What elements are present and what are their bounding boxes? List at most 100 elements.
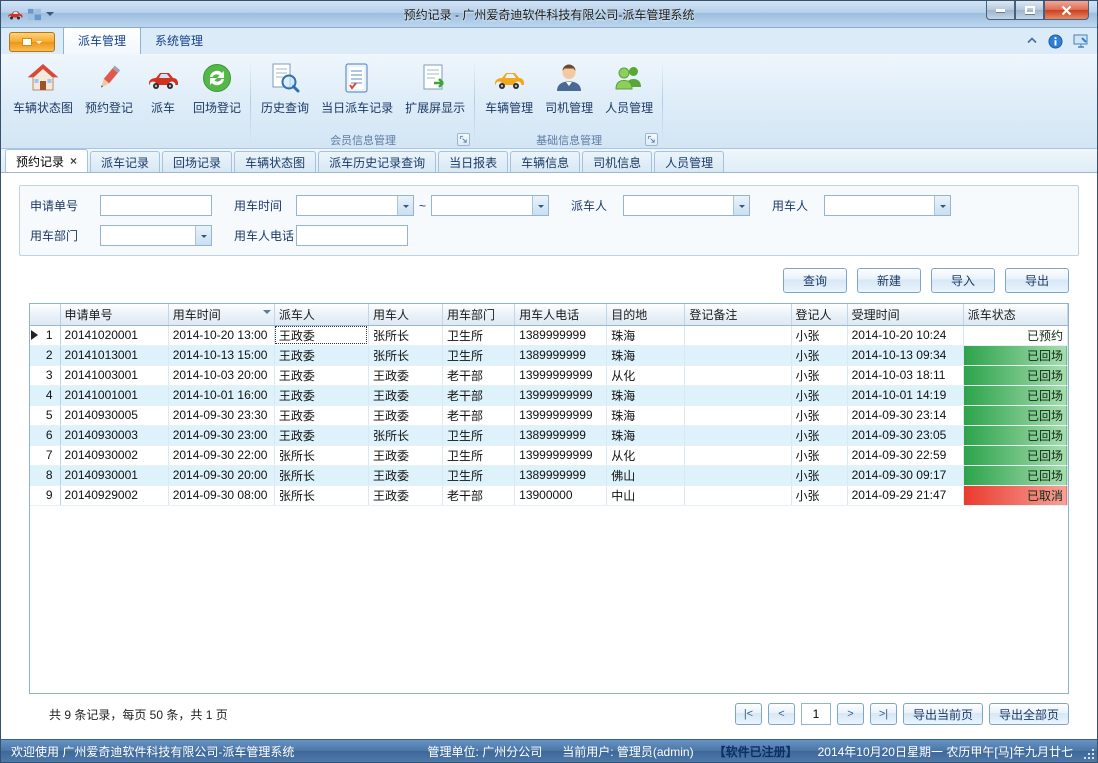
cell[interactable]: 2014-10-20 13:00 (168, 325, 274, 345)
cell[interactable]: 小张 (791, 365, 847, 385)
cell[interactable]: 2014-10-03 18:11 (847, 365, 963, 385)
cell[interactable]: 王政委 (274, 405, 368, 425)
reservation-register-button[interactable]: 预约登记 (79, 56, 139, 116)
cell[interactable]: 20141003001 (60, 365, 168, 385)
status-cell[interactable]: 已回场 (963, 385, 1067, 405)
cell[interactable] (685, 425, 791, 445)
doc-tab-vehicle-status-map[interactable]: 车辆状态图 (234, 151, 316, 172)
return-register-button[interactable]: 回场登记 (187, 56, 247, 116)
cell[interactable]: 2014-09-30 23:14 (847, 405, 963, 425)
cell[interactable]: 王政委 (274, 345, 368, 365)
chevron-down-icon[interactable] (397, 196, 413, 215)
dialog-launcher-icon[interactable] (645, 133, 658, 146)
cell[interactable]: 小张 (791, 325, 847, 345)
cell[interactable] (685, 365, 791, 385)
vehicle-status-map-button[interactable]: 车辆状态图 (7, 56, 79, 116)
cell[interactable]: 2014-09-30 23:00 (168, 425, 274, 445)
cell[interactable]: 王政委 (368, 445, 442, 465)
cell[interactable]: 珠海 (607, 345, 685, 365)
table-row[interactable]: 9201409290022014-09-30 08:00张所长王政委老干部139… (30, 485, 1068, 505)
export-button[interactable]: 导出 (1005, 268, 1069, 293)
column-header[interactable]: 派车人 (274, 304, 368, 325)
cell[interactable]: 老干部 (443, 365, 515, 385)
cell[interactable]: 2014-09-30 23:30 (168, 405, 274, 425)
cell[interactable]: 小张 (791, 465, 847, 485)
cell[interactable]: 老干部 (443, 385, 515, 405)
cell[interactable]: 1389999999 (515, 465, 607, 485)
table-row[interactable]: 1201410200012014-10-20 13:00王政委张所长卫生所138… (30, 325, 1068, 345)
column-header[interactable]: 用车人电话 (515, 304, 607, 325)
cell[interactable]: 20140930001 (60, 465, 168, 485)
cell[interactable]: 2014-10-01 16:00 (168, 385, 274, 405)
column-header[interactable]: 受理时间 (847, 304, 963, 325)
column-header[interactable]: 用车时间 (168, 304, 274, 325)
column-header[interactable]: 用车部门 (443, 304, 515, 325)
use-time-to-input[interactable] (432, 196, 532, 215)
chevron-down-icon[interactable] (46, 12, 54, 20)
cell[interactable]: 小张 (791, 445, 847, 465)
cell[interactable]: 王政委 (368, 405, 442, 425)
cell[interactable]: 珠海 (607, 425, 685, 445)
doc-tab-driver-info[interactable]: 司机信息 (582, 151, 652, 172)
cell[interactable]: 2014-10-01 14:19 (847, 385, 963, 405)
user-input[interactable] (825, 196, 934, 215)
query-button[interactable]: 查询 (783, 268, 847, 293)
request-no-input[interactable] (100, 195, 212, 216)
cell[interactable]: 卫生所 (443, 465, 515, 485)
ribbon-tab-system-management[interactable]: 系统管理 (141, 28, 217, 54)
doc-tab-today-report[interactable]: 当日报表 (438, 151, 508, 172)
cell[interactable]: 1389999999 (515, 425, 607, 445)
layout-icon[interactable] (27, 7, 42, 22)
display-icon[interactable] (1073, 33, 1089, 49)
minimize-button[interactable] (986, 1, 1015, 20)
table-row[interactable]: 4201410010012014-10-01 16:00王政委王政委老干部139… (30, 385, 1068, 405)
cell[interactable]: 王政委 (368, 365, 442, 385)
cell[interactable]: 老干部 (443, 485, 515, 505)
dispatcher-input[interactable] (624, 196, 733, 215)
cell[interactable]: 2014-09-30 08:00 (168, 485, 274, 505)
doc-tab-reservation-records[interactable]: 预约记录× (5, 149, 88, 172)
doc-tab-vehicle-info[interactable]: 车辆信息 (510, 151, 580, 172)
cell[interactable]: 13999999999 (515, 405, 607, 425)
cell[interactable]: 小张 (791, 345, 847, 365)
cell[interactable]: 1389999999 (515, 345, 607, 365)
column-header[interactable]: 登记人 (791, 304, 847, 325)
cell[interactable]: 2014-10-03 20:00 (168, 365, 274, 385)
cell[interactable]: 20141001001 (60, 385, 168, 405)
extended-screen-button[interactable]: 扩展屏显示 (399, 56, 471, 116)
cell[interactable]: 张所长 (368, 425, 442, 445)
column-header[interactable]: 登记备注 (685, 304, 791, 325)
cell[interactable]: 20140930002 (60, 445, 168, 465)
cell[interactable]: 13999999999 (515, 445, 607, 465)
status-cell[interactable]: 已回场 (963, 345, 1067, 365)
chevron-down-icon[interactable] (733, 196, 749, 215)
cell[interactable]: 小张 (791, 385, 847, 405)
maximize-button[interactable] (1015, 1, 1044, 20)
phone-input[interactable] (296, 225, 408, 246)
cell[interactable]: 张所长 (274, 485, 368, 505)
cell[interactable]: 王政委 (274, 425, 368, 445)
export-current-page-button[interactable]: 导出当前页 (903, 703, 983, 725)
chevron-down-icon[interactable] (934, 196, 950, 215)
cell[interactable]: 1389999999 (515, 325, 607, 345)
cell[interactable]: 张所长 (368, 325, 442, 345)
user-combo[interactable] (824, 195, 951, 216)
row-indicator[interactable]: 3 (30, 365, 60, 385)
first-page-button[interactable]: |< (735, 703, 762, 725)
row-indicator[interactable]: 8 (30, 465, 60, 485)
cell[interactable] (685, 405, 791, 425)
cell[interactable]: 卫生所 (443, 345, 515, 365)
personnel-management-button[interactable]: 人员管理 (599, 56, 659, 116)
cell[interactable]: 王政委 (274, 325, 368, 345)
table-row[interactable]: 6201409300032014-09-30 23:00王政委张所长卫生所138… (30, 425, 1068, 445)
cell[interactable]: 2014-10-20 10:24 (847, 325, 963, 345)
cell[interactable]: 小张 (791, 405, 847, 425)
cell[interactable]: 珠海 (607, 405, 685, 425)
cell[interactable] (685, 465, 791, 485)
collapse-ribbon-icon[interactable] (1026, 35, 1038, 47)
use-time-from-input[interactable] (297, 196, 397, 215)
cell[interactable]: 从化 (607, 445, 685, 465)
cell[interactable]: 张所长 (368, 345, 442, 365)
cell[interactable]: 卫生所 (443, 425, 515, 445)
cell[interactable]: 从化 (607, 365, 685, 385)
